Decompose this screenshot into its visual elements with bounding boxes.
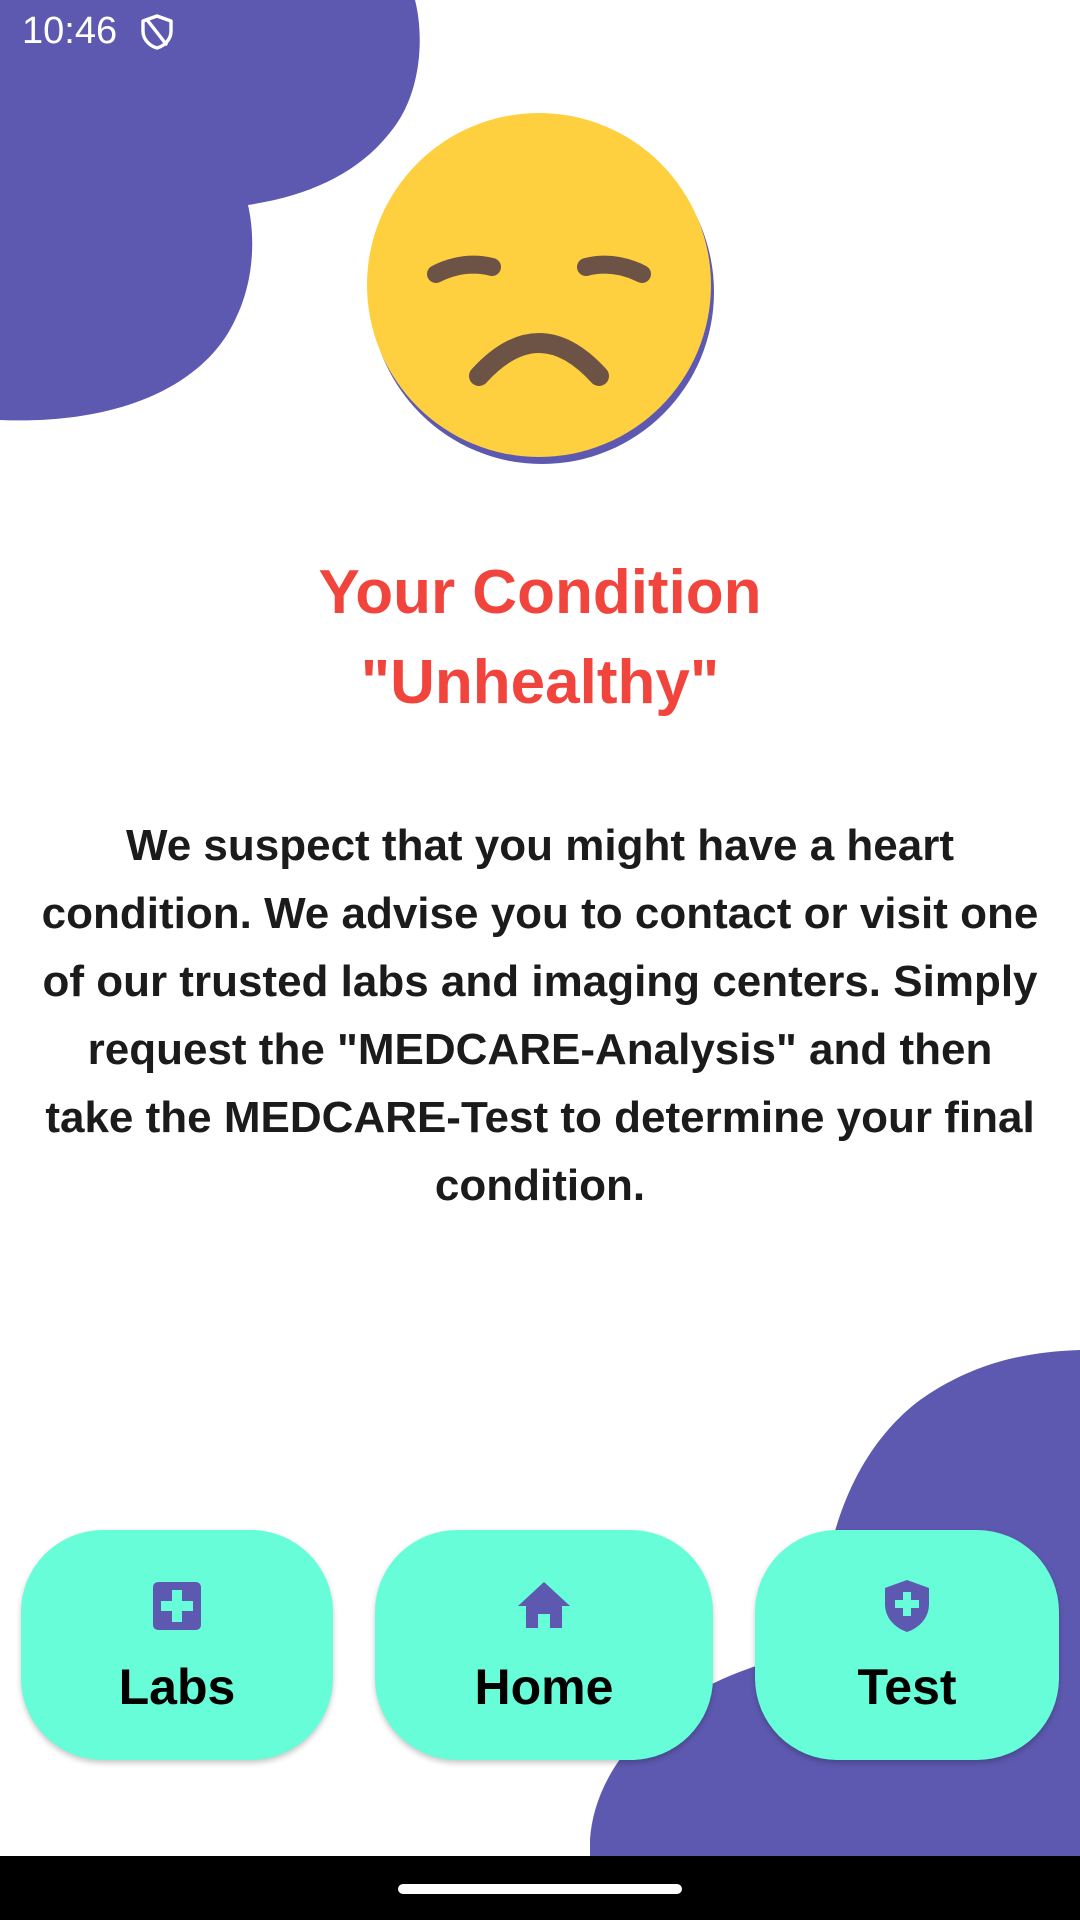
condition-status: "Unhealthy" (360, 648, 720, 717)
system-nav-bar (0, 1856, 1080, 1920)
home-label: Home (474, 1659, 614, 1715)
home-icon (518, 1582, 570, 1628)
status-time: 10:46 (22, 10, 118, 52)
condition-heading: Your Condition "Unhealthy" (0, 548, 1080, 728)
condition-title: Your Condition (318, 558, 762, 627)
labs-label: Labs (118, 1659, 236, 1715)
status-bar: 10:46 (0, 0, 1080, 64)
advice-message: We suspect that you might have a heart c… (41, 821, 1039, 1210)
labs-button[interactable]: Labs (21, 1530, 333, 1760)
shield-plus-icon (885, 1580, 929, 1632)
home-indicator[interactable] (398, 1884, 682, 1894)
shield-icon (141, 14, 173, 50)
test-button[interactable]: Test (755, 1530, 1059, 1760)
medical-plus-icon (153, 1582, 201, 1630)
sad-face-icon (367, 113, 714, 464)
test-label: Test (857, 1659, 957, 1715)
home-button[interactable]: Home (375, 1530, 713, 1760)
